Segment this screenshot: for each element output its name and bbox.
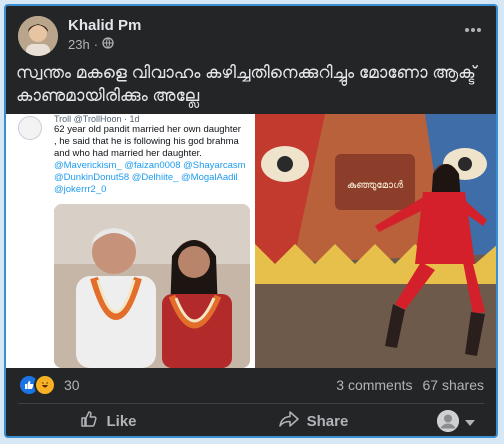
tweet-screenshot-image[interactable]: Troll @TrollHoon · 1d 62 year old pandit…	[6, 114, 254, 368]
tweet-avatar	[18, 116, 42, 140]
thumbs-up-icon	[80, 410, 98, 432]
stage-sign-text: കുഞ്ഞുമോൾ	[347, 180, 404, 191]
post-header: Khalid Pm 23h ·	[6, 6, 496, 60]
tweet-mentions: @Maverickism_ @faizan0008 @Shayarcasm @D…	[54, 160, 246, 195]
account-switch	[437, 410, 475, 432]
reaction-icons	[18, 374, 56, 396]
like-label: Like	[106, 412, 137, 430]
post-meta: 23h ·	[68, 37, 114, 52]
tweet-header: Troll @TrollHoon · 1d	[54, 114, 140, 124]
comments-count[interactable]: 3 comments	[336, 377, 412, 393]
post-caption: സ്വന്തം മകളെ വിവാഹം കഴിച്ചതിനെക്കുറിച്ചു…	[16, 63, 476, 105]
shares-count[interactable]: 67 shares	[423, 377, 484, 393]
share-button[interactable]: Share	[211, 411, 416, 431]
audience-selector[interactable]	[416, 410, 496, 432]
chevron-down-icon	[465, 413, 475, 430]
author-name[interactable]: Khalid Pm	[68, 17, 141, 34]
post-card: Khalid Pm 23h · സ്വന്തം മകളെ വിവാഹം കഴിച…	[4, 4, 498, 438]
like-button[interactable]: Like	[6, 410, 211, 432]
meta-separator: ·	[93, 37, 99, 52]
post-time[interactable]: 23h	[68, 37, 90, 52]
account-avatar-icon	[437, 410, 459, 432]
share-arrow-icon	[278, 411, 299, 431]
globe-icon[interactable]	[102, 37, 114, 52]
reactions-summary[interactable]: 30	[18, 374, 80, 396]
wedding-photo	[54, 204, 250, 368]
reaction-count[interactable]: 30	[64, 377, 80, 393]
post-media[interactable]: Troll @TrollHoon · 1d 62 year old pandit…	[6, 114, 496, 368]
action-bar: Like Share	[6, 404, 496, 436]
tweet-text: 62 year old pandit married her own daugh…	[54, 124, 241, 159]
haha-reaction-icon	[34, 374, 56, 396]
engagement-stats: 3 comments 67 shares	[336, 377, 484, 393]
author-avatar[interactable]	[18, 16, 58, 56]
dance-performance-image[interactable]: കുഞ്ഞുമോൾ	[255, 114, 496, 368]
more-options-icon[interactable]	[464, 20, 482, 38]
share-label: Share	[306, 412, 349, 430]
